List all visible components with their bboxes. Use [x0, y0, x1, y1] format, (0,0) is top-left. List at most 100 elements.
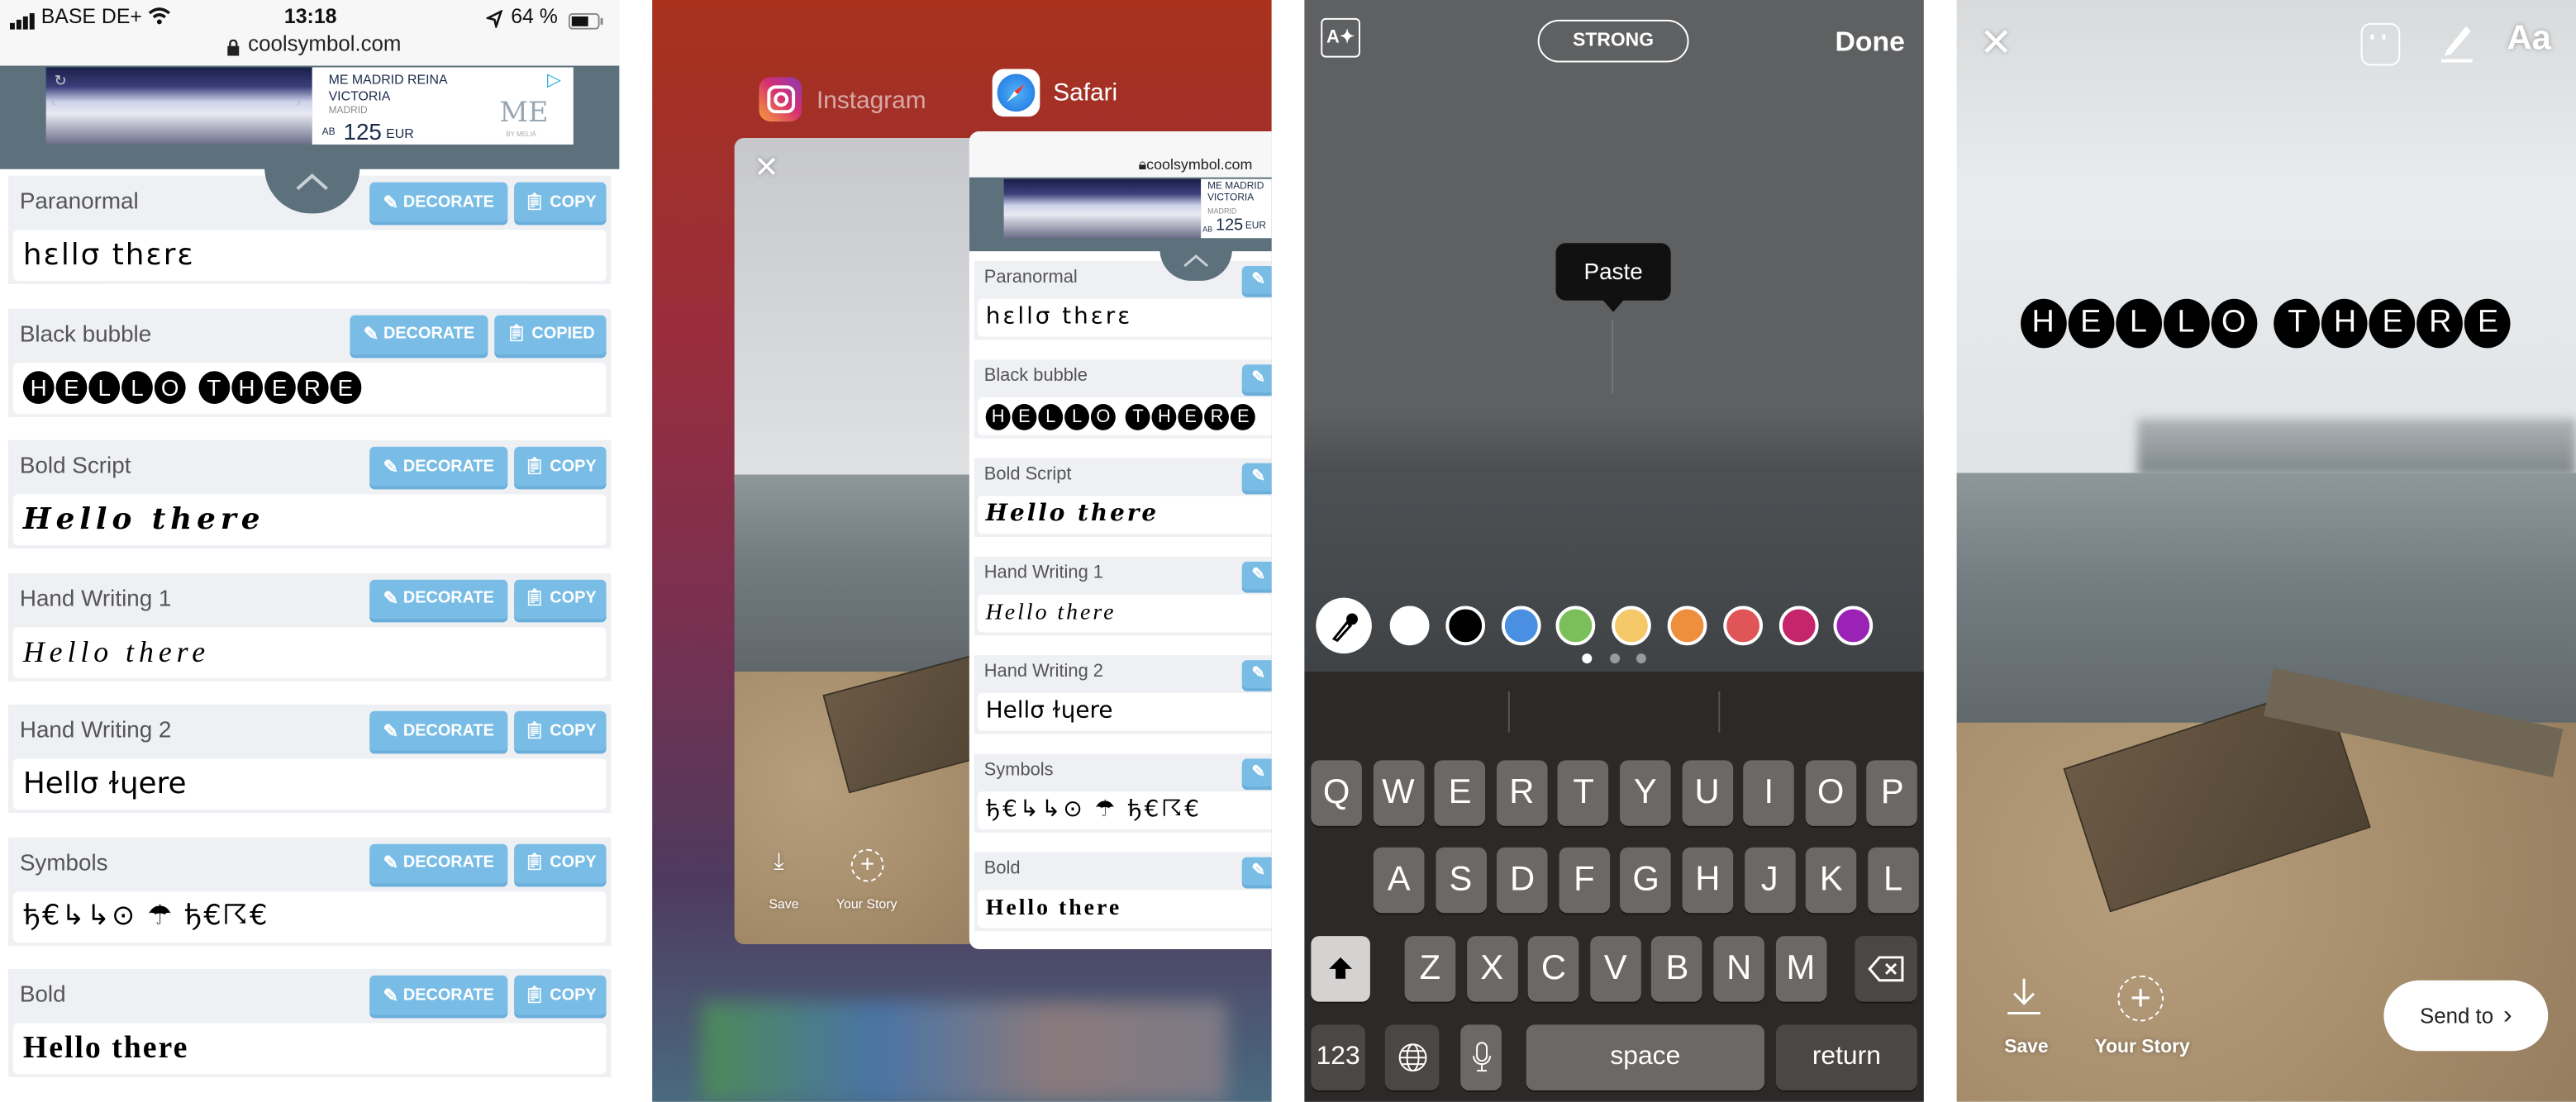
- copy-button[interactable]: 📋︎ COPIED: [494, 314, 607, 354]
- key-u[interactable]: U: [1681, 760, 1733, 826]
- copy-button[interactable]: 📋︎ COPY: [514, 578, 607, 619]
- return-key[interactable]: return: [1775, 1024, 1917, 1090]
- copy-button[interactable]: 📋︎ COPY: [514, 446, 607, 487]
- color-swatch[interactable]: [1612, 606, 1652, 646]
- styled-text-field[interactable]: ђ€↳↳⊙ ☂ ђ€☈€: [12, 891, 607, 943]
- close-icon[interactable]: ✕: [1979, 20, 2012, 68]
- styled-text-field[interactable]: Hellσ ɫɥere: [12, 758, 607, 810]
- color-swatch[interactable]: [1722, 606, 1763, 646]
- key-i[interactable]: I: [1743, 760, 1795, 826]
- key-x[interactable]: X: [1466, 936, 1517, 1002]
- decorate-button[interactable]: ✎ DECORATE: [369, 710, 508, 751]
- decorate-button[interactable]: ✎ DECORATE: [369, 975, 508, 1015]
- styled-text-field[interactable]: HELLO THERE: [977, 397, 1272, 435]
- edit-icon[interactable]: ✎: [1241, 266, 1272, 294]
- key-s[interactable]: S: [1435, 847, 1487, 914]
- key-k[interactable]: K: [1806, 847, 1857, 914]
- key-r[interactable]: R: [1496, 760, 1548, 826]
- key-n[interactable]: N: [1713, 936, 1764, 1002]
- key-o[interactable]: O: [1805, 760, 1856, 826]
- key-a[interactable]: A: [1373, 847, 1425, 914]
- edit-icon[interactable]: ✎: [1241, 660, 1272, 688]
- decorate-button[interactable]: ✎ DECORATE: [369, 578, 508, 619]
- globe-key[interactable]: [1384, 1024, 1440, 1090]
- color-swatch[interactable]: [1389, 606, 1430, 646]
- styled-text-field[interactable]: hɛllσ thɛrɛ: [12, 230, 607, 281]
- draw-pen-icon[interactable]: [2438, 21, 2474, 64]
- shift-key[interactable]: [1311, 936, 1370, 1002]
- text-tool-button[interactable]: Aa: [2507, 20, 2551, 59]
- styled-text-field[interactable]: HELLO THERE: [12, 362, 607, 413]
- edit-icon[interactable]: ✎: [1241, 857, 1272, 886]
- adchoices-icon[interactable]: ▷: [547, 69, 561, 90]
- key-g[interactable]: G: [1620, 847, 1672, 914]
- decorate-button[interactable]: ✎ DECORATE: [369, 182, 508, 222]
- safari-app-icon[interactable]: [992, 69, 1040, 117]
- text-effects-icon[interactable]: A✦: [1321, 17, 1360, 58]
- instagram-app-card[interactable]: ✕ ⤓ Save + Your Story: [734, 137, 998, 945]
- edit-icon[interactable]: ✎: [1241, 561, 1272, 590]
- url-bar[interactable]: coolsymbol.com: [248, 31, 401, 56]
- key-y[interactable]: Y: [1620, 760, 1671, 826]
- close-icon[interactable]: ✕: [754, 151, 779, 186]
- styled-text-field[interactable]: Hello there: [12, 626, 607, 678]
- key-z[interactable]: Z: [1404, 936, 1456, 1002]
- dictation-key[interactable]: [1460, 1024, 1502, 1090]
- styled-text-field[interactable]: Hellσ ɫɥere: [977, 692, 1272, 731]
- send-to-button[interactable]: Send to ›: [2383, 980, 2549, 1052]
- styled-text-field[interactable]: hɛllσ thɛrɛ: [977, 298, 1272, 337]
- key-m[interactable]: M: [1775, 936, 1826, 1002]
- color-page-dot[interactable]: [1609, 653, 1620, 664]
- styled-text-field[interactable]: Hello there: [12, 494, 607, 545]
- copy-button[interactable]: 📋︎ COPY: [514, 182, 607, 222]
- color-page-dot[interactable]: [1582, 653, 1593, 664]
- story-text-sticker[interactable]: HELLO THERE: [1957, 298, 2576, 349]
- key-q[interactable]: Q: [1311, 760, 1362, 826]
- styled-text-field[interactable]: Hello there: [12, 1023, 607, 1075]
- key-e[interactable]: E: [1434, 760, 1486, 826]
- sticker-icon[interactable]: [2360, 22, 2401, 66]
- key-b[interactable]: B: [1651, 936, 1703, 1002]
- color-swatch[interactable]: [1667, 606, 1707, 646]
- key-f[interactable]: F: [1559, 847, 1610, 914]
- numbers-key[interactable]: 123: [1311, 1024, 1365, 1090]
- backspace-key[interactable]: [1855, 936, 1917, 1002]
- key-w[interactable]: W: [1373, 760, 1424, 826]
- key-v[interactable]: V: [1589, 936, 1641, 1002]
- color-swatch[interactable]: [1445, 606, 1485, 646]
- edit-icon[interactable]: ✎: [1241, 463, 1272, 492]
- instagram-app-icon[interactable]: [759, 77, 802, 122]
- ad-prev-icon[interactable]: ‹: [51, 93, 57, 112]
- copy-button[interactable]: 📋︎ COPY: [514, 843, 607, 883]
- edit-icon[interactable]: ✎: [1241, 758, 1272, 787]
- decorate-button[interactable]: ✎ DECORATE: [369, 843, 508, 883]
- add-story-icon[interactable]: +: [850, 848, 884, 882]
- decorate-button[interactable]: ✎ DECORATE: [350, 314, 488, 354]
- key-l[interactable]: L: [1867, 847, 1919, 914]
- safari-app-card[interactable]: 🔒︎coolsymbol.com ME MADRID VICTORIA MADR…: [969, 131, 1272, 949]
- decorate-button[interactable]: ✎ DECORATE: [369, 446, 508, 487]
- edit-icon[interactable]: ✎: [1241, 364, 1272, 393]
- key-h[interactable]: H: [1682, 847, 1734, 914]
- styled-text-field[interactable]: Hello there: [977, 496, 1272, 534]
- ad-text-panel[interactable]: ME MADRID REINA VICTORIA MADRID AB 125 E…: [312, 67, 574, 145]
- styled-text-field[interactable]: Hello there: [977, 594, 1272, 633]
- key-t[interactable]: T: [1558, 760, 1609, 826]
- key-p[interactable]: P: [1867, 760, 1918, 826]
- add-story-icon[interactable]: +: [2117, 975, 2164, 1022]
- save-icon[interactable]: ⤓: [774, 848, 783, 876]
- paste-button[interactable]: Paste: [1555, 243, 1671, 301]
- color-swatch[interactable]: [1778, 606, 1818, 646]
- save-icon[interactable]: [2006, 977, 2042, 1017]
- ad-next-icon[interactable]: ›: [296, 93, 302, 112]
- space-key[interactable]: space: [1526, 1024, 1764, 1090]
- copy-button[interactable]: 📋︎ COPY: [514, 975, 607, 1015]
- color-swatch[interactable]: [1501, 606, 1540, 646]
- eyedropper-button[interactable]: [1316, 597, 1372, 654]
- styled-text-field[interactable]: ђ€↳↳⊙ ☂ ђ€☈€: [977, 791, 1272, 829]
- styled-text-field[interactable]: Hello there: [977, 890, 1272, 929]
- color-page-dot[interactable]: [1636, 653, 1646, 664]
- font-style-button[interactable]: STRONG: [1537, 19, 1689, 63]
- done-button[interactable]: Done: [1835, 26, 1904, 59]
- key-c[interactable]: C: [1528, 936, 1579, 1002]
